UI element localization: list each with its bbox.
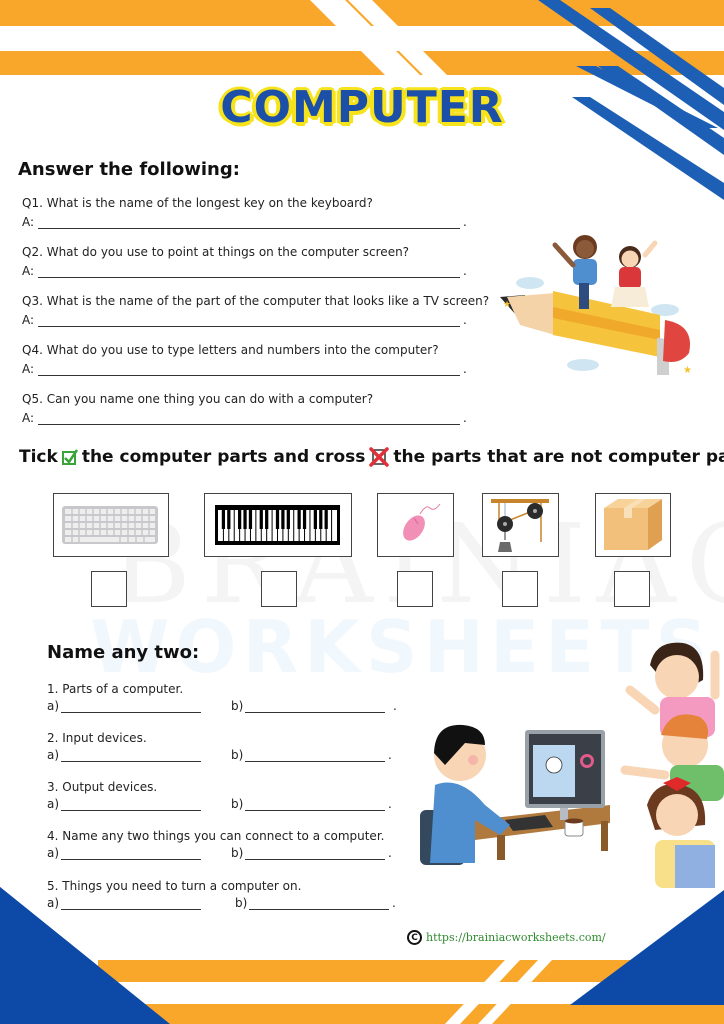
- heading-part-rest: the parts that are not computer parts:: [393, 447, 724, 467]
- piano-black-key: [265, 510, 269, 529]
- answer-line-q5[interactable]: [38, 412, 461, 425]
- name-two-question-3: 3. Output devices. a) b).: [47, 777, 392, 811]
- name-two-question-1: 1. Parts of a computer. a) b).: [47, 679, 397, 713]
- section-heading-tick-cross: Tick the computer parts and cross the pa…: [19, 447, 724, 467]
- answer-line-q2[interactable]: [38, 265, 461, 278]
- item-piano: [204, 493, 352, 557]
- checkbox-keyboard[interactable]: [91, 571, 127, 607]
- question-text: Q4. What do you use to type letters and …: [22, 343, 439, 357]
- question-2: Q2. What do you use to point at things o…: [22, 245, 467, 278]
- piano-black-key: [324, 510, 328, 529]
- section-heading-name-two: Name any two:: [47, 642, 200, 663]
- mouse-icon: [403, 503, 441, 541]
- question-3: Q3. What is the name of the part of the …: [22, 294, 490, 327]
- answer-line-2a[interactable]: [61, 749, 201, 762]
- question-text: Q5. Can you name one thing you can do wi…: [22, 392, 374, 406]
- answer-label: A:: [22, 215, 35, 229]
- checkbox-box[interactable]: [614, 571, 650, 607]
- keyboard-icon: [62, 506, 158, 544]
- answer-label: A:: [22, 313, 35, 327]
- answer-line-q4[interactable]: [38, 363, 461, 376]
- answer-label: A:: [22, 362, 35, 376]
- piano-black-key: [248, 510, 253, 529]
- piano-black-key: [243, 510, 247, 529]
- page-title: COMPUTER: [220, 82, 504, 133]
- bottom-orange-bar-2: [120, 1004, 724, 1024]
- item-keyboard: [53, 493, 169, 557]
- name-two-question-2: 2. Input devices. a) b).: [47, 728, 392, 762]
- piano-black-key: [221, 510, 226, 529]
- answer-line-5a[interactable]: [61, 897, 201, 910]
- piano-black-key: [275, 510, 280, 529]
- piano-black-key: [302, 510, 307, 529]
- answer-line-q3[interactable]: [38, 314, 461, 327]
- answer-line-4a[interactable]: [61, 847, 201, 860]
- piano-black-key: [259, 510, 263, 529]
- piano-icon: [215, 505, 340, 545]
- piano-black-key: [281, 510, 285, 529]
- copyright-icon: C: [407, 930, 422, 945]
- piano-black-key: [319, 510, 323, 529]
- copyright-link[interactable]: C https://brainiacworksheets.com/: [407, 930, 606, 945]
- top-white-band: [0, 26, 378, 51]
- box-icon: [604, 499, 662, 550]
- heading-part-cross: the computer parts and cross: [81, 447, 366, 467]
- piano-black-key: [286, 510, 290, 529]
- answer-line-4b[interactable]: [245, 847, 385, 860]
- red-cross-icon: [369, 447, 390, 467]
- section-heading-answer: Answer the following:: [18, 159, 240, 180]
- answer-label: A:: [22, 264, 35, 278]
- checkbox-mouse[interactable]: [397, 571, 433, 607]
- svg-text:★: ★: [683, 365, 692, 375]
- checkbox-pulley[interactable]: [502, 571, 538, 607]
- question-text: 2. Input devices.: [47, 731, 147, 745]
- item-box: [595, 493, 671, 557]
- question-text: 3. Output devices.: [47, 780, 158, 794]
- question-5: Q5. Can you name one thing you can do wi…: [22, 392, 467, 425]
- question-text: Q1. What is the name of the longest key …: [22, 196, 373, 210]
- answer-line-q1[interactable]: [38, 216, 461, 229]
- heading-part-tick: Tick: [19, 447, 58, 467]
- piano-black-key: [313, 510, 317, 529]
- item-mouse: [377, 493, 454, 557]
- kids-at-computer-illustration: [420, 642, 724, 888]
- piano-black-key: [297, 510, 301, 529]
- website-url[interactable]: https://brainiacworksheets.com/: [426, 931, 606, 944]
- answer-line-3a[interactable]: [61, 798, 201, 811]
- answer-line-1b[interactable]: [245, 700, 385, 713]
- checkbox-piano[interactable]: [261, 571, 297, 607]
- item-pulley: [482, 493, 559, 557]
- top-white-band-right: [402, 26, 724, 51]
- question-4: Q4. What do you use to type letters and …: [22, 343, 467, 376]
- piano-black-key: [238, 510, 242, 529]
- question-text: Q2. What do you use to point at things o…: [22, 245, 410, 259]
- green-checkbox-icon: [61, 449, 78, 465]
- pulley-icon: [491, 499, 549, 552]
- answer-line-2b[interactable]: [245, 749, 385, 762]
- question-text: 5. Things you need to turn a computer on…: [47, 879, 302, 893]
- kids-riding-pencil-illustration: ★ ★: [500, 235, 692, 375]
- answer-label: A:: [22, 411, 35, 425]
- name-two-question-4: 4. Name any two things you can connect t…: [47, 826, 392, 860]
- question-text: Q3. What is the name of the part of the …: [22, 294, 490, 308]
- answer-line-5b[interactable]: [249, 897, 389, 910]
- answer-line-3b[interactable]: [245, 798, 385, 811]
- question-text: 1. Parts of a computer.: [47, 682, 184, 696]
- answer-line-1a[interactable]: [61, 700, 201, 713]
- question-text: 4. Name any two things you can connect t…: [47, 829, 385, 843]
- piano-black-key: [227, 510, 231, 529]
- name-two-question-5: 5. Things you need to turn a computer on…: [47, 876, 396, 910]
- svg-text:★: ★: [503, 300, 511, 310]
- question-1: Q1. What is the name of the longest key …: [22, 196, 467, 229]
